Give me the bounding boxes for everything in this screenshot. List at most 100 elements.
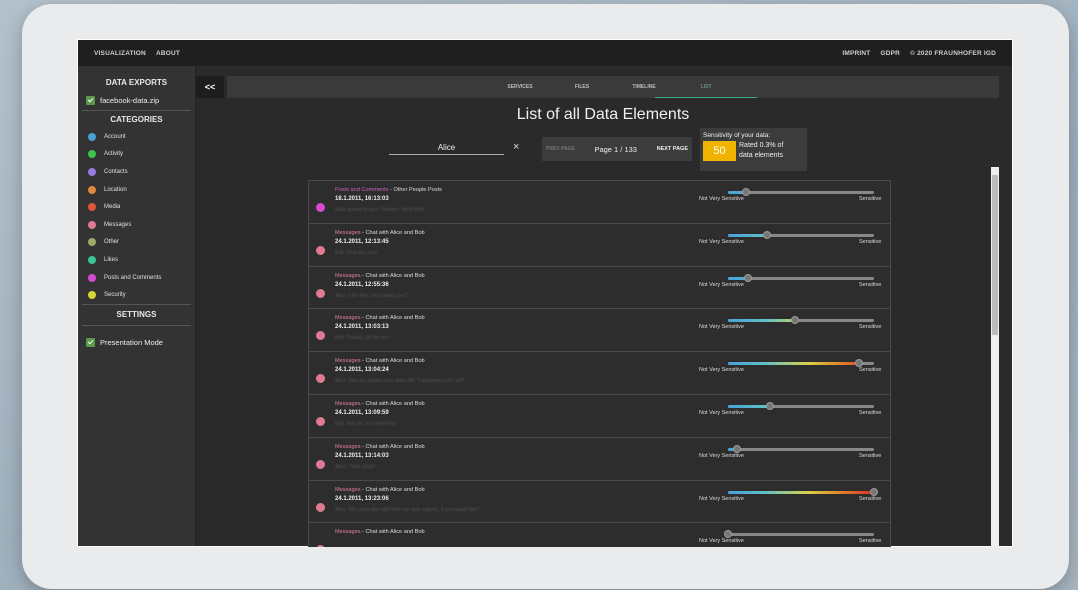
item-preview: Bob: Not yet, but I intend to	[335, 420, 396, 427]
item-preview: Alice posted to your Timeline: Hello Bob…	[335, 207, 425, 213]
item-heading: Messages - Chat with Alice and Bob	[335, 273, 425, 279]
item-subtitle: - Chat with Alice and Bob	[360, 400, 425, 407]
item-date: 24.1.2011, 12:55:36	[335, 281, 389, 288]
item-category[interactable]: Posts and Comments	[335, 187, 388, 193]
item-category[interactable]: Messages	[335, 315, 361, 321]
category-dot	[316, 545, 325, 547]
item-heading: Posts and Comments - Other People Posts	[335, 187, 442, 193]
item-category[interactable]: Messages	[335, 358, 361, 364]
close-icon[interactable]: ×	[513, 141, 519, 153]
slider-knob[interactable]	[741, 188, 750, 196]
category-dot	[316, 245, 325, 255]
item-preview: Alice: Thats great!	[335, 463, 376, 470]
sensitive-label: Sensitive	[859, 281, 882, 288]
not-very-sensitive-label: Not Very Sensitive	[699, 409, 744, 416]
scrollbar[interactable]	[991, 167, 999, 547]
item-category[interactable]: Messages	[335, 401, 361, 407]
slider-knob[interactable]	[855, 359, 864, 368]
sensitivity-fill	[728, 319, 796, 323]
item-preview: Alice: We could also add both our data e…	[335, 506, 480, 513]
sensitivity-slider[interactable]	[728, 487, 878, 496]
slider-knob[interactable]	[791, 316, 800, 325]
item-subtitle: - Chat with Alice and Bob	[360, 272, 425, 279]
sensitivity-slider[interactable]	[728, 444, 874, 453]
sensitivity-rated-line1: Rated 0.3% of	[739, 142, 784, 149]
sensitivity-rated-line2: data elements	[739, 152, 783, 159]
not-very-sensitive-label: Not Very Sensitive	[699, 324, 744, 331]
next-page-button[interactable]: NEXT PAGE	[657, 146, 688, 152]
sensitivity-slider[interactable]	[728, 359, 874, 368]
sensitivity-title: Sensitivity of your data:	[703, 132, 771, 139]
category-dot	[316, 203, 325, 212]
not-very-sensitive-label: Not Very Sensitive	[699, 196, 744, 202]
item-heading: Messages - Chat with Alice and Bob	[335, 487, 425, 493]
list-item[interactable]: Messages - Chat with Alice and Bob 24.1.…	[308, 265, 891, 309]
item-subtitle: - Chat with Alice and Bob	[360, 443, 425, 450]
list-item[interactable]: Messages - Chat with Alice and Bob 24.1.…	[308, 351, 891, 394]
sensitivity-fill	[728, 490, 874, 494]
list-item[interactable]: Messages - Chat with Alice and Bob Not V…	[308, 522, 891, 547]
sensitivity-score-badge: 50	[703, 141, 736, 161]
page-indicator: Page 1 / 133	[594, 144, 637, 154]
slider-knob[interactable]	[732, 444, 741, 453]
search-input[interactable]: Alice	[389, 143, 504, 155]
item-heading: Messages - Chat with Alice and Bob	[335, 529, 425, 535]
not-very-sensitive-label: Not Very Sensitive	[699, 495, 744, 502]
item-heading: Messages - Chat with Alice and Bob	[335, 315, 425, 321]
item-category[interactable]: Messages	[335, 487, 361, 493]
main-area: << SERVICES FILES TIMELINE LIST List of …	[77, 39, 1013, 547]
data-element-list: Posts and Comments - Other People Posts …	[308, 180, 891, 547]
item-subtitle: - Chat with Alice and Bob	[360, 529, 425, 536]
list-item[interactable]: Messages - Chat with Alice and Bob 24.1.…	[308, 222, 891, 266]
tab-list[interactable]: LIST	[655, 76, 757, 98]
item-subtitle: - Chat with Alice and Bob	[360, 486, 425, 493]
slider-knob[interactable]	[724, 530, 732, 539]
item-heading: Messages - Chat with Alice and Bob	[335, 444, 425, 450]
item-category[interactable]: Messages	[335, 230, 361, 236]
item-preview: Bob: Thanks, its fine too	[335, 335, 389, 342]
category-dot	[316, 502, 325, 512]
collapse-sidebar-button[interactable]: <<	[196, 76, 224, 98]
item-heading: Messages - Chat with Alice and Bob	[335, 401, 425, 407]
item-heading: Messages - Chat with Alice and Bob	[335, 230, 425, 236]
item-date: 24.1.2011, 13:03:13	[335, 324, 389, 331]
item-category[interactable]: Messages	[335, 273, 361, 279]
prev-page-button[interactable]: PREV PAGE	[546, 146, 575, 152]
sensitivity-slider[interactable]	[728, 401, 874, 410]
sensitivity-slider[interactable]	[728, 316, 874, 325]
sensitivity-fill	[728, 233, 768, 237]
sensitivity-slider[interactable]	[724, 530, 874, 539]
list-item[interactable]: Messages - Chat with Alice and Bob 24.1.…	[308, 308, 891, 352]
sensitive-label: Sensitive	[859, 495, 882, 502]
item-category[interactable]: Messages	[335, 444, 361, 450]
tab-services[interactable]: SERVICES	[489, 76, 551, 98]
slider-knob[interactable]	[870, 487, 878, 496]
list-item[interactable]: Posts and Comments - Other People Posts …	[308, 180, 891, 223]
not-very-sensitive-label: Not Very Sensitive	[699, 238, 744, 245]
not-very-sensitive-label: Not Very Sensitive	[699, 538, 744, 545]
item-date: 18.1.2011, 16:13:03	[335, 196, 389, 202]
tab-timeline[interactable]: TIMELINE	[613, 76, 675, 98]
category-dot	[316, 288, 325, 298]
slider-knob[interactable]	[766, 401, 775, 410]
slider-knob[interactable]	[763, 230, 772, 239]
item-date: 24.1.2011, 13:04:24	[335, 367, 389, 374]
item-date: 24.1.2011, 13:23:06	[335, 495, 389, 502]
sensitivity-slider[interactable]	[728, 188, 874, 196]
sensitive-label: Sensitive	[859, 238, 882, 245]
sensitivity-slider[interactable]	[728, 230, 874, 239]
list-item[interactable]: Messages - Chat with Alice and Bob 24.1.…	[308, 436, 891, 480]
tab-files[interactable]: FILES	[551, 76, 613, 98]
list-item[interactable]: Messages - Chat with Alice and Bob 24.1.…	[308, 393, 891, 437]
item-subtitle: - Chat with Alice and Bob	[360, 358, 425, 365]
item-preview: Alice: I am fine, what about you?	[335, 292, 408, 299]
item-category[interactable]: Messages	[335, 529, 361, 535]
slider-knob[interactable]	[744, 273, 753, 282]
page-title: List of all Data Elements	[516, 106, 690, 123]
not-very-sensitive-label: Not Very Sensitive	[699, 367, 744, 374]
item-subtitle: - Chat with Alice and Bob	[360, 315, 425, 322]
sensitivity-slider[interactable]	[728, 273, 874, 282]
scrollbar-thumb[interactable]	[992, 175, 998, 335]
list-item[interactable]: Messages - Chat with Alice and Bob 24.1.…	[308, 479, 891, 523]
sensitive-label: Sensitive	[859, 324, 882, 331]
